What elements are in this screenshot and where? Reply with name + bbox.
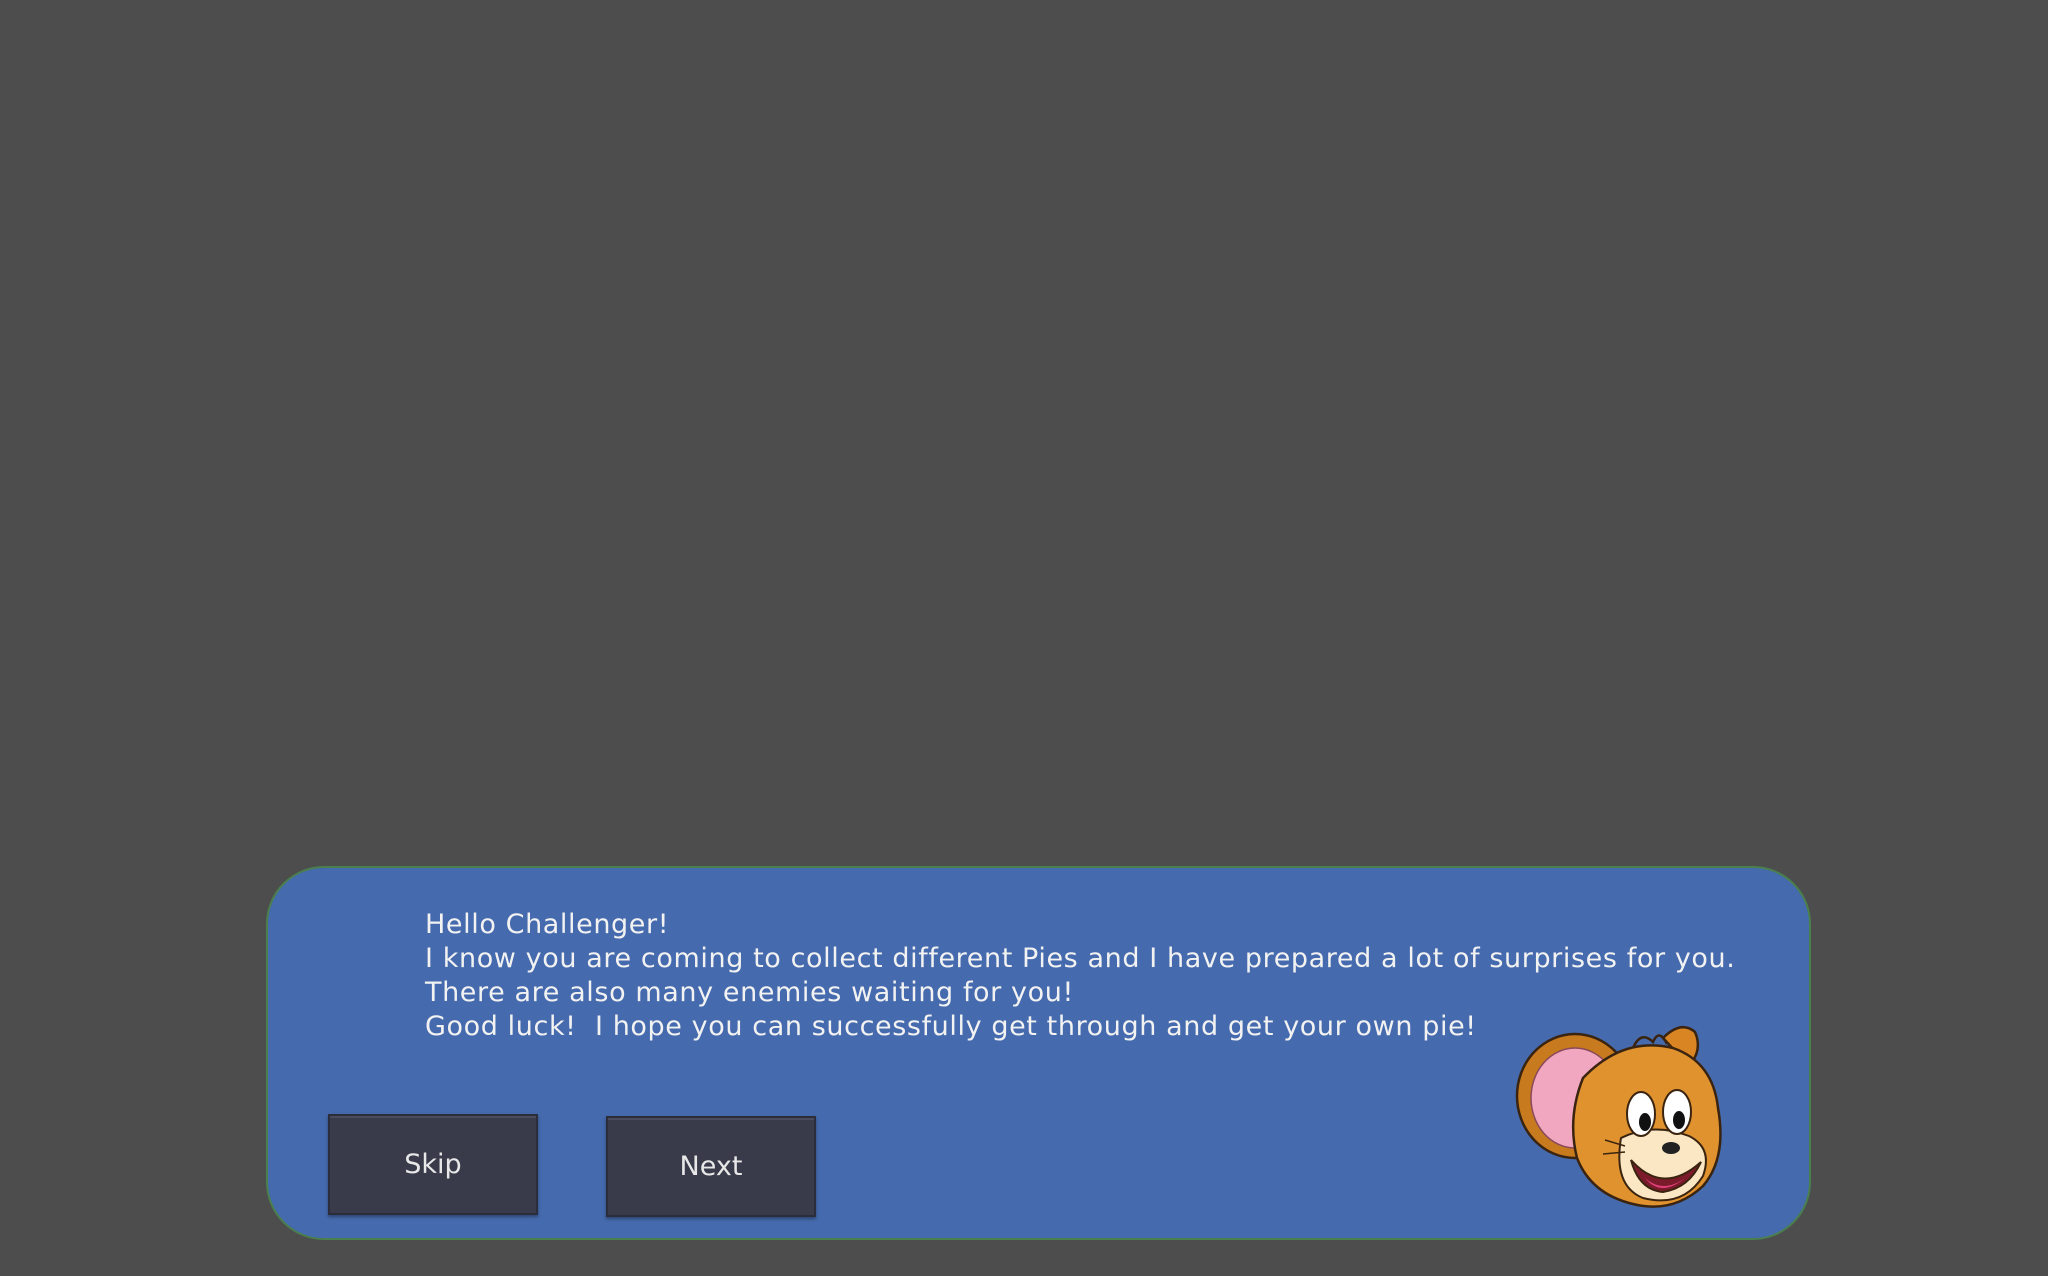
next-button[interactable]: Next <box>606 1116 816 1217</box>
story-dialog: Hello Challenger! I know you are coming … <box>266 866 1811 1240</box>
game-screen: Hello Challenger! I know you are coming … <box>0 0 2048 1276</box>
skip-button[interactable]: Skip <box>328 1114 538 1215</box>
dialog-line-1: Hello Challenger! <box>425 909 670 940</box>
mouse-character-icon <box>1515 1025 1722 1208</box>
dialog-line-3: There are also many enemies waiting for … <box>425 977 1074 1008</box>
dialog-line-2: I know you are coming to collect differe… <box>425 943 1736 974</box>
